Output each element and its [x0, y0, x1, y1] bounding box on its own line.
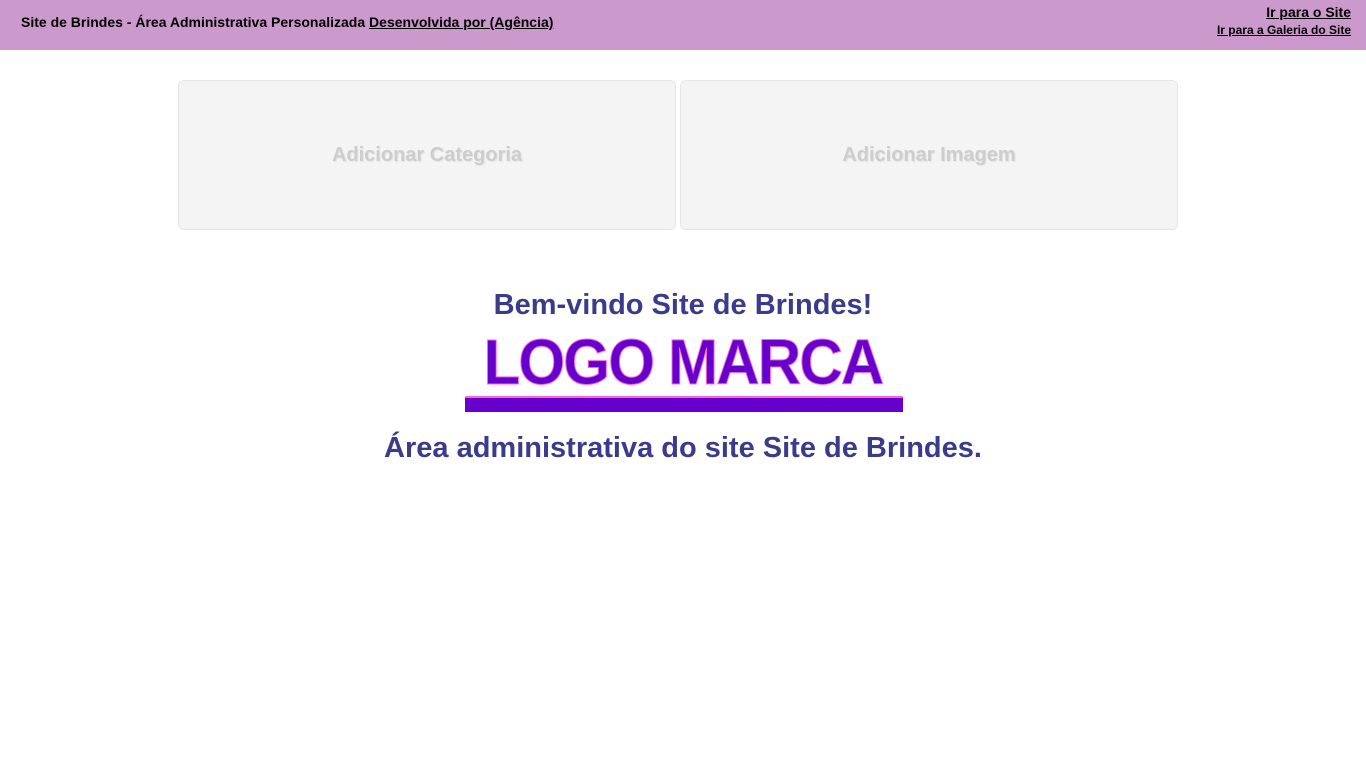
- go-to-gallery-link[interactable]: Ir para a Galeria do Site: [1217, 24, 1351, 36]
- add-image-button[interactable]: Adicionar Imagem: [680, 80, 1178, 230]
- add-category-label: Adicionar Categoria: [331, 143, 523, 166]
- header-title: Site de Brindes - Área Administrativa Pe…: [21, 14, 366, 30]
- header-links: Ir para o Site Ir para a Galeria do Site: [1217, 4, 1351, 36]
- header-title-area: Site de Brindes - Área Administrativa Pe…: [21, 14, 553, 30]
- go-to-site-link[interactable]: Ir para o Site: [1217, 5, 1351, 19]
- logo: LOGO MARCA: [463, 330, 903, 414]
- add-image-label: Adicionar Imagem: [842, 143, 1016, 166]
- logo-underline-bar: [465, 396, 903, 412]
- action-tiles: Adicionar Categoria Adicionar Imagem: [178, 80, 1179, 230]
- agency-credit-link[interactable]: Desenvolvida por (Agência): [369, 14, 553, 30]
- top-header: Site de Brindes - Área Administrativa Pe…: [0, 0, 1366, 50]
- add-category-button[interactable]: Adicionar Categoria: [178, 80, 676, 230]
- admin-subtitle: Área administrativa do site Site de Brin…: [384, 432, 982, 464]
- logo-text: LOGO MARCA: [483, 326, 885, 398]
- welcome-heading: Bem-vindo Site de Brindes!: [493, 289, 873, 321]
